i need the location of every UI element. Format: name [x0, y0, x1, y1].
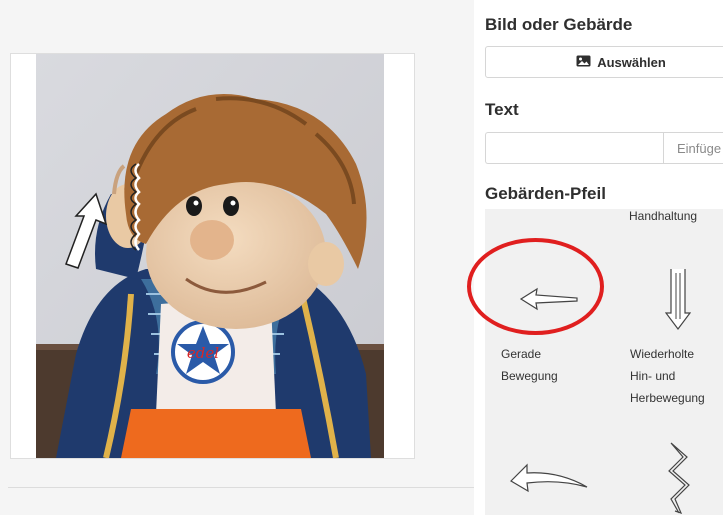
tile-label-gerade[interactable]: Gerade — [501, 343, 541, 365]
image-icon — [576, 55, 591, 70]
tile-label-herbewegung[interactable]: Herbewegung — [630, 387, 705, 409]
shirt-logo-text: edel — [187, 344, 219, 362]
tile-label-handhaltung[interactable]: Handhaltung — [629, 205, 697, 227]
curved-arrow-icon[interactable] — [509, 459, 589, 498]
arrow-section-title: Gebärden-Pfeil — [485, 184, 606, 203]
zigzag-arrow-icon[interactable] — [661, 441, 697, 520]
canvas-frame[interactable]: edel — [10, 53, 415, 459]
hand-puppet-photo[interactable]: edel — [36, 54, 384, 458]
divider — [8, 487, 474, 488]
text-input[interactable] — [485, 132, 663, 164]
choose-button-label: Auswählen — [597, 54, 666, 70]
choose-image-button[interactable]: Auswählen — [485, 46, 723, 78]
canvas-panel: edel — [0, 0, 474, 515]
insert-button[interactable]: Einfüge — [663, 132, 723, 164]
tile-label-wiederholte[interactable]: Wiederholte — [630, 343, 694, 365]
back-and-forth-arrow-icon[interactable] — [664, 267, 692, 336]
tile-label-bewegung[interactable]: Bewegung — [501, 365, 558, 387]
tile-label-hin-und[interactable]: Hin- und — [630, 365, 675, 387]
image-section-title: Bild oder Gebärde — [485, 15, 633, 34]
highlight-circle — [467, 238, 604, 335]
text-section-title: Text — [485, 100, 519, 119]
